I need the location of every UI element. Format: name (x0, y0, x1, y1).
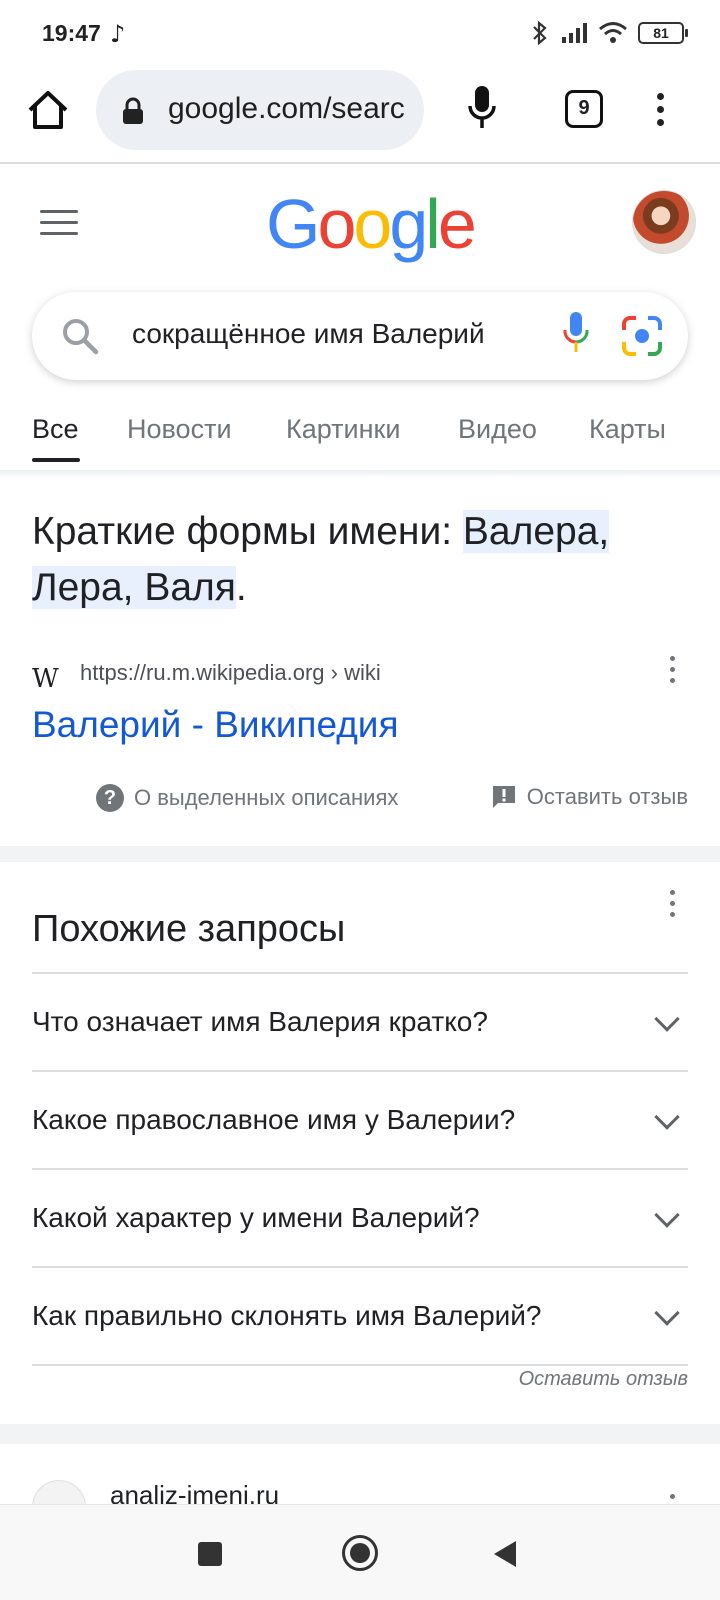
snippet-feedback-link[interactable]: Оставить отзыв (491, 784, 688, 810)
answer-highlight: Валера, (462, 510, 610, 553)
related-question[interactable]: Какой характер у имени Валерий? (32, 1168, 688, 1266)
bluetooth-icon (533, 20, 547, 46)
address-bar[interactable]: google.com/search (96, 70, 424, 150)
search-icon[interactable] (60, 316, 100, 356)
site-favicon (32, 1480, 86, 1504)
question-text: Что означает имя Валерия кратко? (32, 1006, 488, 1037)
logo-letter: e (437, 185, 477, 263)
logo-letter: o (353, 185, 392, 263)
related-more-icon[interactable] (670, 890, 680, 923)
account-avatar[interactable] (632, 190, 696, 254)
feedback-icon (492, 786, 515, 808)
related-question[interactable]: Что означает имя Валерия кратко? (32, 972, 688, 1070)
related-searches: Похожие запросы Что означает имя Валерия… (0, 864, 720, 1424)
google-lens-icon[interactable] (620, 314, 664, 358)
google-logo[interactable]: Google (266, 184, 477, 264)
browser-toolbar: google.com/search 9 (0, 68, 720, 164)
question-text: Какое православное имя у Валерии? (32, 1104, 516, 1135)
answer-suffix: . (235, 566, 247, 609)
tab-maps[interactable]: Карты (589, 414, 666, 445)
answer-prefix: Краткие формы имени: (32, 510, 463, 553)
chevron-down-icon (654, 1202, 680, 1228)
section-divider (0, 1424, 720, 1444)
source-url[interactable]: https://ru.m.wikipedia.org › wiki (80, 660, 381, 686)
tab-all[interactable]: Все (32, 414, 79, 445)
voice-search-icon[interactable] (468, 84, 496, 132)
question-text: Какой характер у имени Валерий? (32, 1202, 480, 1233)
next-result-domain: analiz-imeni.ru (110, 1480, 280, 1504)
result-title-link[interactable]: Валерий - Википедия (32, 704, 399, 746)
search-tabs: Все Новости Картинки Видео Карты (0, 404, 720, 466)
google-header: Google (0, 166, 720, 276)
active-tab-indicator (32, 458, 80, 462)
hamburger-menu-icon[interactable] (40, 210, 78, 243)
logo-letter: G (266, 185, 320, 263)
search-input[interactable]: сокращённое имя Валерий (132, 318, 528, 350)
related-question[interactable]: Как правильно склонять имя Валерий? (32, 1266, 688, 1364)
system-nav-bar (0, 1504, 720, 1600)
chevron-down-icon (654, 1006, 680, 1032)
logo-letter: o (317, 185, 356, 263)
recents-button[interactable] (198, 1542, 222, 1566)
status-bar: 19:47 ♪ 81 (0, 0, 720, 68)
snippet-answer: Краткие формы имени: Валера, Лера, Валя. (32, 504, 672, 616)
about-snippets-link[interactable]: ? О выделенных описаниях (96, 784, 398, 812)
related-title: Похожие запросы (32, 908, 346, 950)
section-divider (0, 846, 720, 862)
result-more-icon[interactable] (670, 1494, 680, 1504)
tab-news[interactable]: Новости (127, 414, 232, 445)
battery-icon: 81 (638, 22, 688, 44)
search-box[interactable]: сокращённое имя Валерий (32, 292, 688, 380)
next-result[interactable]: analiz-imeni.ru (0, 1444, 720, 1504)
list-end-divider (32, 1364, 688, 1366)
tiktok-icon: ♪ (110, 20, 126, 48)
status-time: 19:47 (42, 20, 101, 46)
answer-highlight: Лера, Валя (32, 566, 236, 609)
logo-letter: g (389, 185, 428, 263)
url-text: google.com/search (168, 92, 406, 125)
related-question[interactable]: Какое православное имя у Валерии? (32, 1070, 688, 1168)
result-more-icon[interactable] (670, 656, 680, 689)
home-button[interactable] (342, 1535, 378, 1571)
wikipedia-icon: W (32, 664, 59, 694)
chevron-down-icon (654, 1300, 680, 1326)
tab-images[interactable]: Картинки (286, 414, 400, 445)
browser-menu-icon[interactable] (648, 90, 672, 130)
related-list: Что означает имя Валерия кратко? Какое п… (32, 972, 688, 1366)
featured-snippet: Краткие формы имени: Валера, Лера, Валя. … (0, 484, 720, 846)
status-icons: 81 (530, 20, 688, 46)
help-icon: ? (96, 784, 124, 812)
home-icon[interactable] (24, 86, 72, 134)
feedback-label: Оставить отзыв (526, 784, 688, 809)
question-text: Как правильно склонять имя Валерий? (32, 1300, 542, 1331)
tab-videos[interactable]: Видео (458, 414, 537, 445)
google-mic-icon[interactable] (562, 310, 590, 356)
lock-icon (123, 97, 143, 124)
tab-switcher-button[interactable]: 9 (565, 90, 603, 128)
tabs-divider (0, 470, 720, 478)
signal-icon (562, 23, 587, 43)
logo-letter: l (425, 185, 440, 263)
related-feedback-link[interactable]: Оставить отзыв (519, 1368, 688, 1391)
back-button[interactable] (494, 1541, 516, 1567)
about-label: О выделенных описаниях (134, 785, 399, 810)
wifi-icon (599, 22, 627, 43)
chevron-down-icon (654, 1104, 680, 1130)
